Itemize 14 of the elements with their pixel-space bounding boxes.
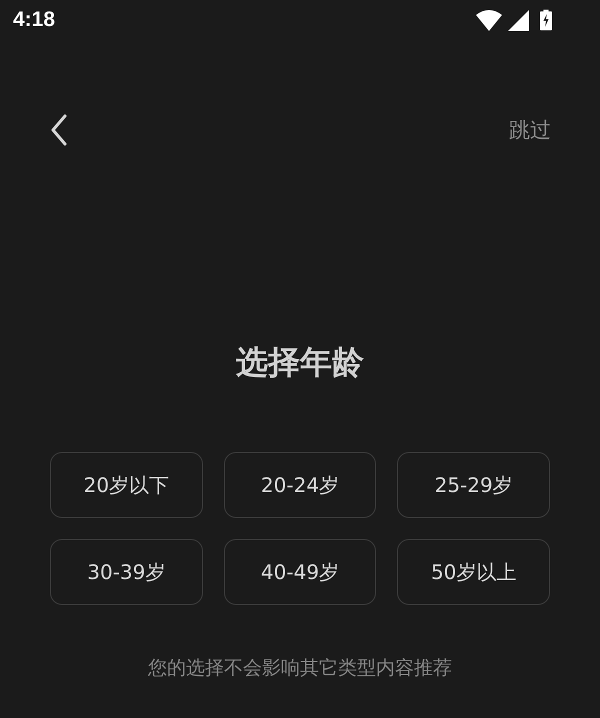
age-option-button[interactable]: 25-29岁 [397,452,550,518]
battery-charging-icon [540,9,552,31]
footer-note: 您的选择不会影响其它类型内容推荐 [148,656,452,680]
signal-icon [508,10,529,30]
status-time: 4:18 [13,8,56,32]
age-option-button[interactable]: 40-49岁 [224,539,376,605]
skip-button[interactable]: 跳过 [509,117,551,143]
age-option-button[interactable]: 30-39岁 [50,539,203,605]
age-option-button[interactable]: 20-24岁 [224,452,376,518]
age-option-button[interactable]: 50岁以上 [397,539,550,605]
wifi-icon [476,9,502,31]
age-option-button[interactable]: 20岁以下 [50,452,203,518]
back-chevron-icon [50,114,68,146]
page-title: 选择年龄 [236,342,364,382]
